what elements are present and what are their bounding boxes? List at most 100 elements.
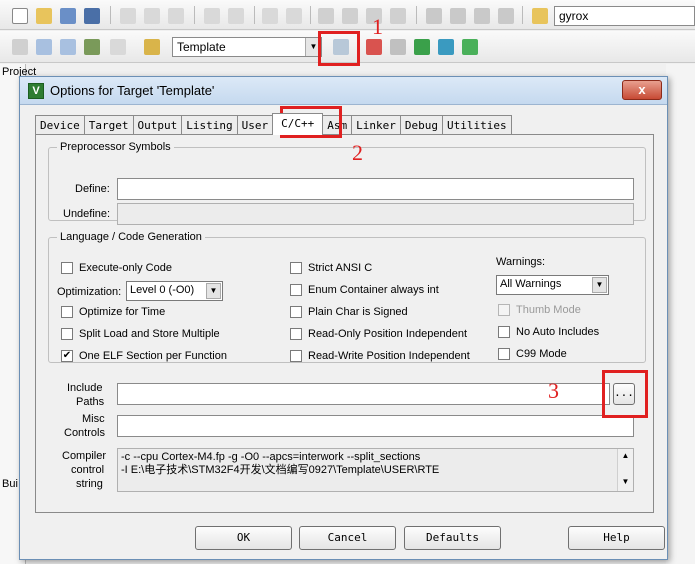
include-label-1: Include: [67, 382, 103, 394]
tab-output[interactable]: Output: [132, 115, 183, 135]
indent-icon[interactable]: [426, 8, 442, 24]
compiler-scrollbar[interactable]: ▲ ▼: [617, 449, 633, 491]
new-file-icon[interactable]: [12, 8, 28, 24]
one-elf-label: One ELF Section per Function: [79, 350, 227, 362]
define-input[interactable]: [117, 178, 634, 200]
warnings-select[interactable]: All Warnings ▼: [496, 275, 609, 295]
nav-back-icon[interactable]: [262, 8, 278, 24]
tab-c-cpp[interactable]: C/C++: [272, 113, 324, 135]
optimization-label: Optimization:: [57, 286, 122, 298]
bookmark-clear-icon[interactable]: [390, 8, 406, 24]
misc-label-2: Controls: [64, 427, 105, 439]
enum-container-checkbox[interactable]: Enum Container always int: [290, 284, 439, 296]
run-time-env-icon[interactable]: [438, 39, 454, 55]
paste-icon[interactable]: [168, 8, 184, 24]
defaults-button[interactable]: Defaults: [404, 526, 501, 550]
plain-char-checkbox[interactable]: Plain Char is Signed: [290, 306, 408, 318]
find-in-files-icon[interactable]: [532, 8, 548, 24]
ro-pi-checkbox[interactable]: Read-Only Position Independent: [290, 328, 467, 340]
undefine-label: Undefine:: [63, 208, 111, 220]
check-mark-icon: ✔: [61, 350, 73, 362]
checkbox-box: [498, 304, 510, 316]
warnings-value: All Warnings: [500, 278, 562, 290]
manage-project-icon[interactable]: [366, 39, 382, 55]
select-packs-icon[interactable]: [390, 39, 406, 55]
split-load-label: Split Load and Store Multiple: [79, 328, 220, 340]
no-auto-includes-label: No Auto Includes: [516, 326, 600, 338]
uncomment-icon[interactable]: [498, 8, 514, 24]
chevron-down-icon: ▼: [592, 277, 607, 293]
thumb-mode-label: Thumb Mode: [516, 304, 581, 316]
split-load-checkbox[interactable]: Split Load and Store Multiple: [61, 328, 220, 340]
rw-pi-checkbox[interactable]: Read-Write Position Independent: [290, 350, 470, 362]
strict-ansi-checkbox[interactable]: Strict ANSI C: [290, 262, 372, 274]
rebuild-icon[interactable]: [60, 39, 76, 55]
tab-linker[interactable]: Linker: [351, 115, 401, 135]
redo-icon[interactable]: [228, 8, 244, 24]
options-dialog: V Options for Target 'Template' x Device…: [19, 76, 668, 560]
build-icon[interactable]: [36, 39, 52, 55]
no-auto-includes-checkbox[interactable]: No Auto Includes: [498, 326, 599, 338]
misc-label-1: Misc: [82, 413, 105, 425]
tab-strip: Device Target Output Listing User C/C++ …: [35, 113, 512, 135]
close-button[interactable]: x: [622, 80, 662, 100]
batch-build-icon[interactable]: [84, 39, 100, 55]
compiler-control-string[interactable]: -c --cpu Cortex-M4.fp -g -O0 --apcs=inte…: [117, 448, 634, 492]
c99-mode-label: C99 Mode: [516, 348, 567, 360]
tab-target[interactable]: Target: [83, 115, 134, 135]
comment-icon[interactable]: [474, 8, 490, 24]
download-icon[interactable]: [144, 39, 160, 55]
language-legend: Language / Code Generation: [60, 231, 202, 243]
unindent-icon[interactable]: [450, 8, 466, 24]
open-folder-icon[interactable]: [36, 8, 52, 24]
optimization-select[interactable]: Level 0 (-O0) ▼: [126, 281, 223, 301]
compiler-label-2: control: [71, 464, 105, 476]
tab-utilities[interactable]: Utilities: [441, 115, 512, 135]
plain-char-label: Plain Char is Signed: [308, 306, 408, 318]
bookmark-icon[interactable]: [318, 8, 334, 24]
save-all-icon[interactable]: [84, 8, 100, 24]
undefine-input: [117, 203, 634, 225]
ok-button[interactable]: OK: [195, 526, 292, 550]
optimize-time-checkbox[interactable]: Optimize for Time: [61, 306, 165, 318]
target-select-value: Template: [177, 40, 226, 54]
enum-container-label: Enum Container always int: [308, 284, 439, 296]
optimize-time-label: Optimize for Time: [79, 306, 166, 318]
tab-listing[interactable]: Listing: [181, 115, 238, 135]
cut-icon[interactable]: [120, 8, 136, 24]
cancel-button[interactable]: Cancel: [299, 526, 396, 550]
copy-icon[interactable]: [144, 8, 160, 24]
dialog-titlebar: V Options for Target 'Template' x: [20, 77, 667, 105]
tab-user[interactable]: User: [236, 115, 274, 135]
keil-app-icon: V: [28, 83, 44, 99]
checkbox-box: [290, 284, 302, 296]
tab-device[interactable]: Device: [35, 115, 85, 135]
chevron-down-icon: ▼: [206, 283, 221, 299]
nav-forward-icon[interactable]: [286, 8, 302, 24]
annotation-2: 2: [352, 140, 363, 165]
compiler-line-2: -I E:\电子技术\STM32F4开发\文档编写0927\Template\U…: [121, 464, 440, 476]
execute-only-checkbox[interactable]: Execute-only Code: [61, 262, 172, 274]
search-combo[interactable]: gyrox: [554, 6, 695, 26]
checkbox-box: [498, 348, 510, 360]
pack-installer-icon[interactable]: [414, 39, 430, 55]
bookmark-prev-icon[interactable]: [342, 8, 358, 24]
save-icon[interactable]: [60, 8, 76, 24]
annotation-3: 3: [548, 378, 559, 403]
target-select[interactable]: Template ▼: [172, 37, 322, 57]
software-components-icon[interactable]: [462, 39, 478, 55]
main-toolbar: gyrox: [0, 0, 695, 30]
c99-mode-checkbox[interactable]: C99 Mode: [498, 348, 567, 360]
search-combo-value: gyrox: [559, 9, 589, 23]
stop-build-icon[interactable]: [110, 39, 126, 55]
warnings-label: Warnings:: [496, 256, 546, 268]
misc-controls-input[interactable]: [117, 415, 634, 437]
include-paths-input[interactable]: [117, 383, 610, 405]
compiler-label-3: string: [76, 478, 103, 490]
one-elf-checkbox[interactable]: ✔ One ELF Section per Function: [61, 350, 227, 362]
checkbox-box: [61, 328, 73, 340]
translate-icon[interactable]: [12, 39, 28, 55]
tab-debug[interactable]: Debug: [399, 115, 443, 135]
help-button[interactable]: Help: [568, 526, 665, 550]
undo-icon[interactable]: [204, 8, 220, 24]
